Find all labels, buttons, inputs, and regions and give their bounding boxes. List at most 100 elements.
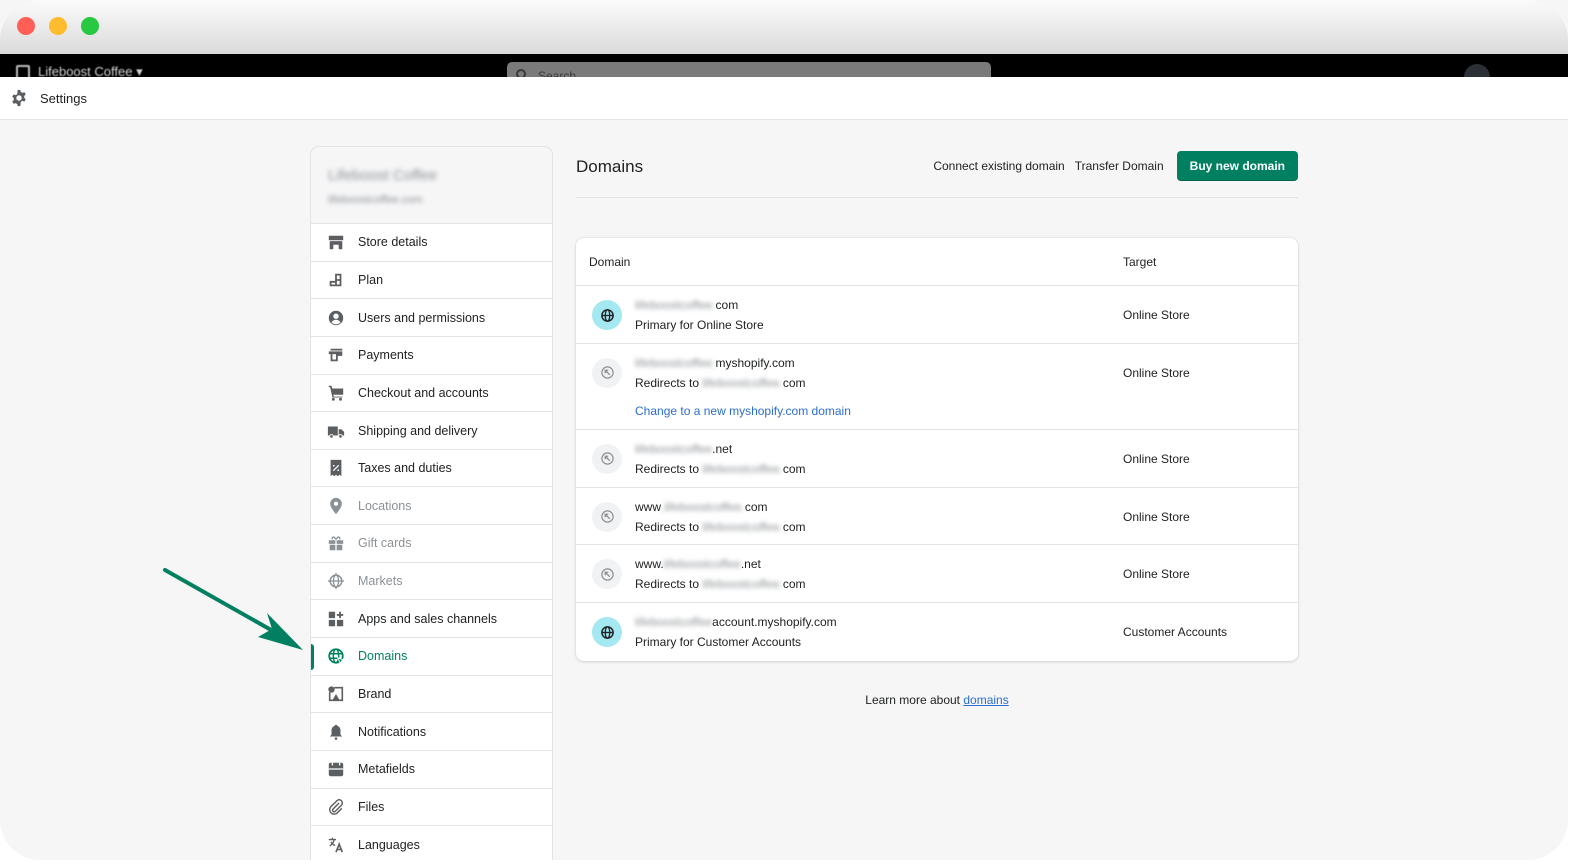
domain-status: Redirects to lifeboostcoffee.com [635,376,806,390]
domain-name[interactable]: lifeboostcoffee.net [635,442,732,456]
domain-name[interactable]: www.lifeboostcoffee.net [635,557,761,571]
sidebar-item-label: Taxes and duties [358,461,452,476]
settings-header: Settings [0,77,1568,120]
domain-blurred-part: lifeboostcoffee [663,557,741,572]
domains-globe-icon [328,648,345,666]
paperclip-icon [328,798,344,815]
domain-name[interactable]: lifeboostcoffeeaccount.myshopify.com [635,615,837,629]
table-row[interactable]: lifeboostcoffeeaccount.myshopify.com Prim… [576,603,1298,661]
table-row[interactable]: lifeboostcoffee.com Primary for Online St… [576,286,1298,344]
status-suffix: com [782,519,806,534]
sidebar-item-taxes-and-duties[interactable]: Taxes and duties [311,450,552,488]
markets-globe-icon [327,572,345,590]
sidebar-item-locations[interactable]: Locations [311,487,552,526]
sidebar-item-files[interactable]: Files [311,789,552,827]
learn-more-text: Learn more about [865,693,964,707]
sidebar-item-apps-and-sales-channels[interactable]: Apps and sales channels [311,600,552,639]
redirect-domain-badge [592,443,622,474]
store-summary: Lifeboost Coffee lifeboostcoffee.com [311,147,552,224]
sidebar-item-label: Payments [358,348,414,363]
globe-icon [600,308,614,322]
sidebar-item-label: Languages [358,837,420,852]
domains-help-link[interactable]: domains [963,693,1008,707]
user-menu[interactable]: Benjamin Ste [1464,64,1568,77]
sidebar-item-label: Shipping and delivery [358,423,478,438]
domain-target: Online Store [1123,567,1190,582]
search-placeholder: Search [538,69,577,77]
primary-domain-badge [592,617,622,648]
sidebar-item-users-and-permissions[interactable]: Users and permissions [311,299,552,337]
minimize-window-button[interactable] [49,17,67,35]
sidebar-item-metafields[interactable]: Metafields [311,751,552,789]
table-row[interactable]: www.lifeboostcoffee.com Redirects to life… [576,488,1298,546]
domains-table: Domain Target lifeboostcoffee.com Primary… [576,238,1298,661]
sidebar-item-label: Apps and sales channels [358,611,497,626]
table-row[interactable]: www.lifeboostcoffee.net Redirects to life… [576,545,1298,604]
buy-new-domain-button[interactable]: Buy new domain [1176,151,1298,181]
search-input[interactable]: Search [507,62,991,77]
truck-icon [327,426,345,439]
table-row[interactable]: lifeboostcoffee.myshopify.com Redirects t… [576,344,1298,430]
domain-status: Redirects to lifeboostcoffee.com [635,577,806,591]
domain-target: Online Store [1123,308,1190,322]
apps-icon [328,611,344,626]
redirect-target-blurred: lifeboostcoffee. [702,461,783,476]
sidebar-item-store-details[interactable]: Store details [311,224,552,262]
admin-topbar: Lifeboost Coffee ▾ Search Benjamin Ste [0,54,1568,77]
tax-receipt-icon [330,460,342,477]
maximize-window-button[interactable] [81,17,99,35]
table-header: Domain Target [576,238,1298,286]
sidebar-item-payments[interactable]: Payments [311,337,552,375]
sidebar-item-markets[interactable]: Markets [311,563,552,601]
store-url: lifeboostcoffee.com [328,194,423,206]
redirect-arrow-icon [600,452,614,466]
sidebar-item-domains[interactable]: Domains [311,638,552,676]
status-text: Redirects to [635,577,703,592]
learn-more-footer: Learn more about domains [0,693,1568,707]
domain-blurred-part: .lifeboostcoffee. [661,499,745,514]
avatar [1464,64,1490,77]
table-row[interactable]: lifeboostcoffee.net Redirects to lifeboos… [576,430,1298,488]
bell-icon [329,724,343,740]
sidebar-item-label: Notifications [358,724,427,739]
domain-name[interactable]: lifeboostcoffee.com [635,298,738,312]
search-icon [516,69,526,77]
redirect-domain-badge [592,357,622,388]
close-window-button[interactable] [17,17,35,35]
domain-target: Online Store [1123,365,1190,380]
domain-target: Online Store [1123,509,1190,524]
store-switcher[interactable]: Lifeboost Coffee ▾ [16,64,143,77]
domain-status: Redirects to lifeboostcoffee.com [635,520,806,534]
sidebar-item-notifications[interactable]: Notifications [311,713,552,751]
redirect-arrow-icon [600,366,614,380]
sidebar-item-checkout-and-accounts[interactable]: Checkout and accounts [311,375,552,413]
domain-suffix: account.myshopify.com [712,615,837,630]
sidebar-item-label: Gift cards [358,536,412,551]
status-text: Primary for Online Store [635,318,764,332]
settings-sidebar: Lifeboost Coffee lifeboostcoffee.com Sto… [311,147,552,860]
translate-icon [328,837,344,853]
sidebar-item-label: Store details [358,235,428,250]
transfer-domain-button[interactable]: Transfer Domain [1070,159,1169,173]
sidebar-item-plan[interactable]: Plan [311,262,552,300]
redirect-domain-badge [592,559,622,590]
app-window: Lifeboost Coffee ▾ Search Benjamin Ste S… [0,0,1568,860]
shopify-bag-icon [16,64,30,77]
domain-blurred-part: lifeboostcoffee. [635,298,716,312]
redirect-target-blurred: lifeboostcoffee. [702,519,783,534]
domain-suffix: .net [740,557,761,572]
sidebar-item-gift-cards[interactable]: Gift cards [311,525,552,563]
domain-name[interactable]: lifeboostcoffee.myshopify.com [635,356,795,370]
sidebar-item-shipping-and-delivery[interactable]: Shipping and delivery [311,412,552,450]
connect-existing-domain-button[interactable]: Connect existing domain [928,159,1069,173]
domain-name[interactable]: www.lifeboostcoffee.com [635,500,768,514]
sidebar-item-label: Checkout and accounts [358,385,489,400]
domain-blurred-part: lifeboostcoffee [635,615,713,630]
settings-title: Settings [40,91,87,106]
sidebar-item-label: Files [358,799,385,814]
sidebar-item-label: Metafields [358,762,415,777]
change-myshopify-domain-link[interactable]: Change to a new myshopify.com domain [635,404,851,418]
domain-suffix: com [744,499,768,514]
redirect-domain-badge [592,501,622,532]
sidebar-item-languages[interactable]: Languages [311,826,552,860]
